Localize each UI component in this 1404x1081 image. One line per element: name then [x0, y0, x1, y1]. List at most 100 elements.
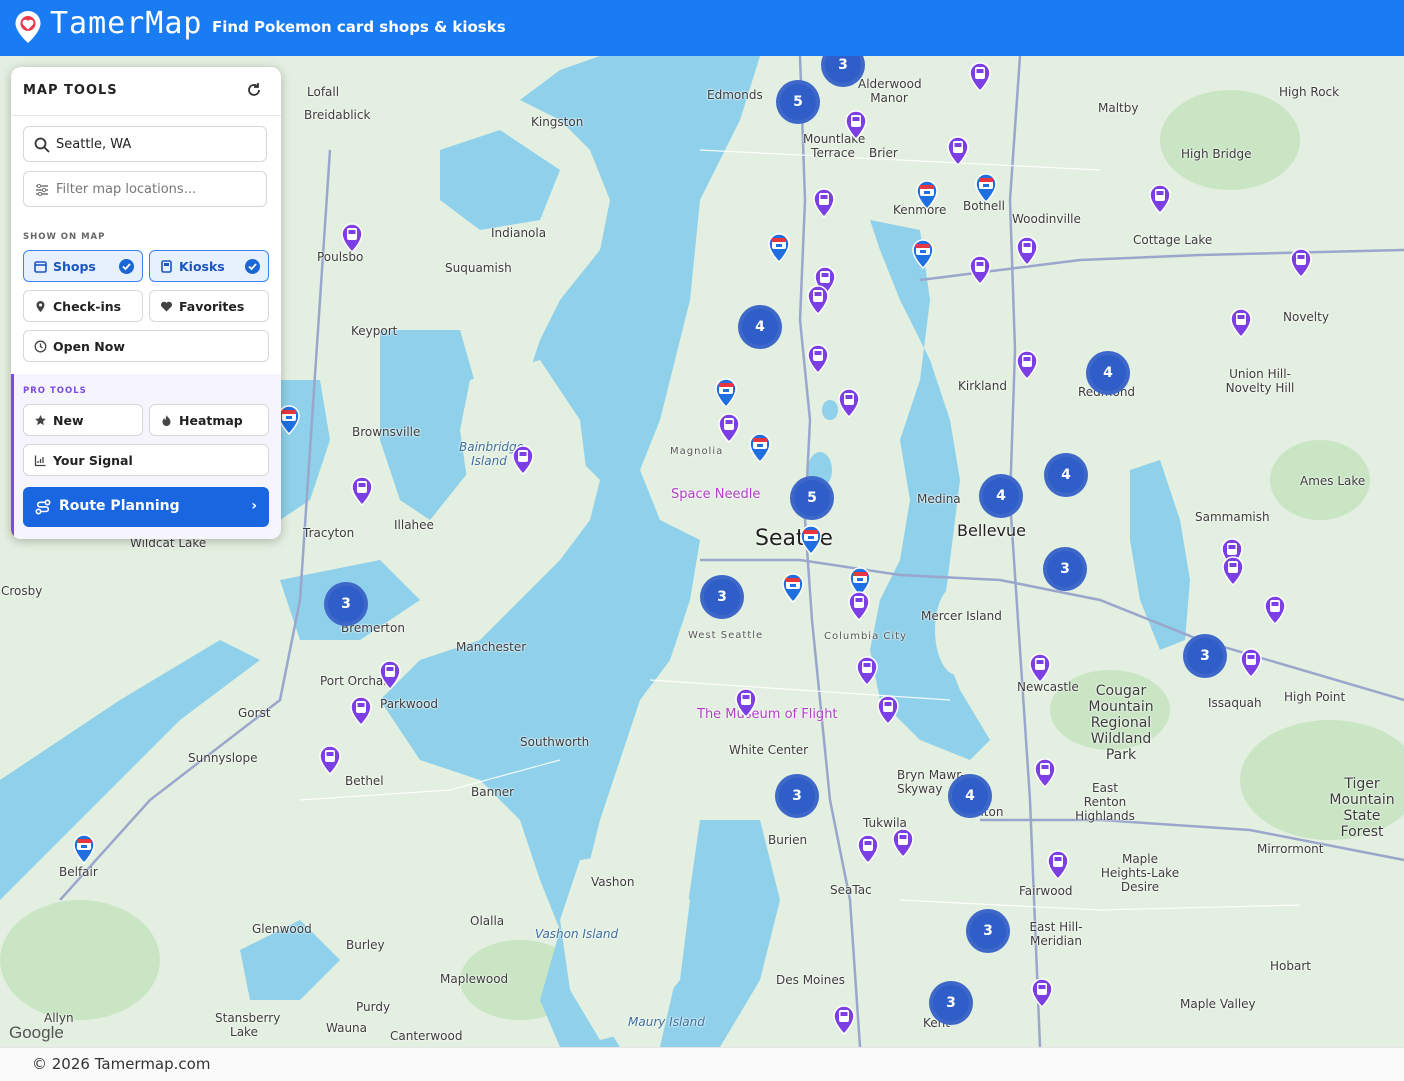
- refresh-icon[interactable]: [245, 81, 263, 99]
- kiosk-pin-icon[interactable]: [1239, 648, 1263, 678]
- store-icon: [34, 261, 47, 273]
- cluster-marker[interactable]: 5: [776, 80, 820, 124]
- logo-pin-icon[interactable]: [14, 10, 42, 44]
- kiosk-pin-icon[interactable]: [1263, 595, 1287, 625]
- kiosk-pin-icon[interactable]: [806, 344, 830, 374]
- kiosk-pin-icon[interactable]: [968, 62, 992, 92]
- kiosk-pin-icon[interactable]: [318, 745, 342, 775]
- kiosk-pin-icon[interactable]: [891, 828, 915, 858]
- shop-pin-icon[interactable]: [767, 233, 791, 263]
- cluster-marker[interactable]: 3: [1043, 547, 1087, 591]
- kiosk-pin-icon[interactable]: [1221, 556, 1245, 586]
- toggle-check-ins[interactable]: Check-ins: [23, 290, 143, 322]
- place-label: Vashon: [591, 875, 635, 889]
- shop-pin-icon[interactable]: [915, 180, 939, 210]
- kiosk-pin-icon[interactable]: [856, 834, 880, 864]
- kiosk-pin-icon[interactable]: [968, 255, 992, 285]
- toggle-open-now[interactable]: Open Now: [23, 330, 269, 362]
- kiosk-pin-icon[interactable]: [837, 388, 861, 418]
- kiosk-pin-icon[interactable]: [847, 591, 871, 621]
- cluster-marker[interactable]: 4: [948, 774, 992, 818]
- kiosk-pin-icon[interactable]: [1289, 248, 1313, 278]
- cluster-marker[interactable]: 4: [979, 474, 1023, 518]
- pro-new-button[interactable]: New: [23, 404, 143, 436]
- toggle-label: Check-ins: [53, 299, 122, 314]
- kiosk-pin-icon[interactable]: [832, 1005, 856, 1035]
- kiosk-pin-icon[interactable]: [806, 285, 830, 315]
- cluster-marker[interactable]: 4: [738, 305, 782, 349]
- place-label: Banner: [471, 785, 515, 799]
- route-planning-button[interactable]: Route Planning ›: [23, 487, 269, 527]
- cluster-marker[interactable]: 3: [775, 774, 819, 818]
- place-label: Wauna: [326, 1021, 368, 1035]
- kiosk-pin-icon[interactable]: [1030, 978, 1054, 1008]
- kiosk-pin-icon[interactable]: [812, 188, 836, 218]
- kiosk-pin-icon[interactable]: [350, 476, 374, 506]
- kiosk-pin-icon[interactable]: [340, 223, 364, 253]
- kiosk-pin-icon[interactable]: [1229, 308, 1253, 338]
- toggle-kiosks[interactable]: Kiosks: [149, 250, 269, 282]
- place-label: Maury Island: [628, 1015, 705, 1029]
- kiosk-pin-icon[interactable]: [734, 688, 758, 718]
- place-label: Glenwood: [252, 922, 312, 936]
- kiosk-pin-icon[interactable]: [876, 695, 900, 725]
- cluster-marker[interactable]: 4: [1086, 351, 1130, 395]
- app-header: TamerMap Find Pokemon card shops & kiosk…: [0, 0, 1404, 56]
- place-label: Stansberry Lake: [215, 1011, 281, 1039]
- shop-pin-icon[interactable]: [911, 239, 935, 269]
- place-label: Breidablick: [304, 108, 371, 122]
- kiosk-pin-icon[interactable]: [1148, 184, 1172, 214]
- toggle-label: Favorites: [179, 299, 245, 314]
- search-input[interactable]: Seattle, WA: [23, 126, 267, 162]
- kiosk-pin-icon[interactable]: [349, 696, 373, 726]
- kiosk-pin-icon[interactable]: [1046, 850, 1070, 880]
- cluster-marker[interactable]: 4: [1044, 453, 1088, 497]
- clock-icon: [34, 340, 47, 353]
- shop-pin-icon[interactable]: [974, 173, 998, 203]
- chevron-right-icon: ›: [251, 498, 257, 514]
- cluster-marker[interactable]: 3: [1183, 634, 1227, 678]
- place-label: Burien: [768, 833, 808, 847]
- cluster-marker[interactable]: 3: [700, 575, 744, 619]
- filter-input[interactable]: Filter map locations...: [23, 171, 267, 207]
- toggle-shops[interactable]: Shops: [23, 250, 143, 282]
- flame-icon: [162, 415, 171, 426]
- location-pin-icon: [36, 301, 45, 312]
- toggle-favorites[interactable]: Favorites: [149, 290, 269, 322]
- kiosk-pin-icon[interactable]: [717, 413, 741, 443]
- place-label: High Point: [1284, 690, 1346, 704]
- kiosk-pin-icon[interactable]: [1015, 350, 1039, 380]
- cluster-marker[interactable]: 3: [324, 582, 368, 626]
- check-icon: [119, 259, 134, 274]
- shop-pin-icon[interactable]: [714, 378, 738, 408]
- kiosk-pin-icon[interactable]: [946, 136, 970, 166]
- shop-pin-icon[interactable]: [748, 433, 772, 463]
- brand-name[interactable]: TamerMap: [50, 6, 203, 41]
- shop-pin-icon[interactable]: [72, 834, 96, 864]
- kiosk-pin-icon[interactable]: [1015, 236, 1039, 266]
- place-label: Des Moines: [776, 973, 845, 987]
- place-label: Indianola: [491, 226, 547, 240]
- pro-tool-label: Your Signal: [53, 453, 133, 468]
- page-footer: © 2026 Tamermap.com: [0, 1047, 1404, 1081]
- kiosk-pin-icon[interactable]: [511, 445, 535, 475]
- place-label: Suquamish: [445, 261, 512, 275]
- kiosk-pin-icon[interactable]: [855, 656, 879, 686]
- cluster-marker[interactable]: 3: [966, 909, 1010, 953]
- show-on-map-label: SHOW ON MAP: [23, 232, 106, 242]
- kiosk-pin-icon[interactable]: [1028, 653, 1052, 683]
- poi-label[interactable]: The Museum of Flight: [697, 707, 838, 722]
- kiosk-pin-icon[interactable]: [844, 110, 868, 140]
- place-label: Tiger Mountain State Forest: [1329, 776, 1395, 840]
- pro-your-signal-button[interactable]: Your Signal: [23, 444, 269, 476]
- shop-pin-icon[interactable]: [781, 573, 805, 603]
- cluster-marker[interactable]: 5: [790, 476, 834, 520]
- place-label: Southworth: [520, 735, 590, 749]
- pro-heatmap-button[interactable]: Heatmap: [149, 404, 269, 436]
- pro-tool-label: New: [53, 413, 84, 428]
- shop-pin-icon[interactable]: [799, 525, 823, 555]
- poi-label[interactable]: Space Needle: [671, 487, 760, 502]
- kiosk-pin-icon[interactable]: [378, 660, 402, 690]
- cluster-marker[interactable]: 3: [929, 981, 973, 1025]
- kiosk-pin-icon[interactable]: [1033, 758, 1057, 788]
